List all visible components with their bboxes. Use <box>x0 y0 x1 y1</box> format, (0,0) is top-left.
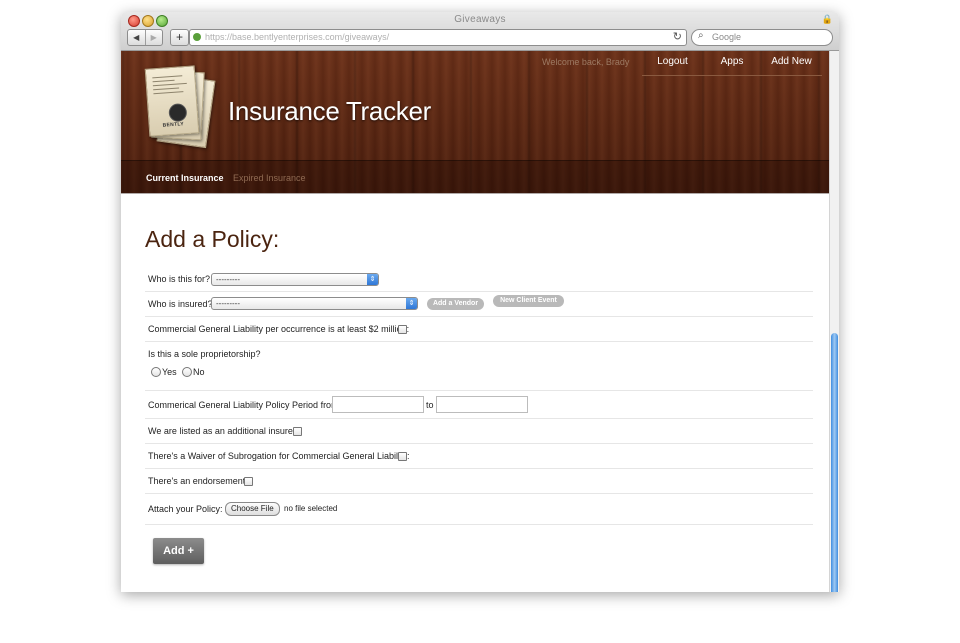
url-text: https://base.bentlyenterprises.com/givea… <box>205 32 390 42</box>
scrollbar-thumb[interactable] <box>831 333 838 592</box>
sole-prop-label: Is this a sole proprietorship? <box>148 349 261 359</box>
site-title: Insurance Tracker <box>228 96 431 126</box>
period-label: Commerical General Liability Policy Peri… <box>148 400 339 410</box>
logo-paper: BENTLY <box>144 65 200 137</box>
cgl-checkbox[interactable] <box>398 325 407 334</box>
logout-link[interactable]: Logout <box>642 51 703 76</box>
scrollbar[interactable] <box>829 51 839 592</box>
add-vendor-button[interactable]: Add a Vendor <box>427 298 484 310</box>
tab-expired-insurance[interactable]: Expired Insurance <box>233 173 306 183</box>
sub-nav: Current Insurance Expired Insurance <box>121 160 829 194</box>
additional-insured-label: We are listed as an additional insured: <box>148 426 301 436</box>
add-new-link[interactable]: Add New <box>761 51 822 76</box>
attach-label: Attach your Policy: <box>148 504 223 514</box>
search-field[interactable]: ⌕ Google <box>691 29 833 46</box>
reload-icon[interactable]: ↻ <box>673 30 682 43</box>
apps-link[interactable]: Apps <box>703 51 761 76</box>
who-insured-row: Who is insured? --------- ⇕ Add a Vendor… <box>145 292 813 317</box>
new-tab-button[interactable]: + <box>170 29 189 46</box>
sole-prop-row: Is this a sole proprietorship? Yes No <box>145 342 813 391</box>
select-arrows-icon: ⇕ <box>406 298 417 309</box>
new-client-event-button[interactable]: New Client Event <box>493 295 564 307</box>
who-for-select[interactable]: --------- ⇕ <box>211 273 379 286</box>
cgl-label: Commercial General Liability per occurre… <box>148 324 410 334</box>
who-insured-label: Who is insured? <box>148 299 213 309</box>
add-policy-button[interactable]: Add + <box>153 538 204 564</box>
sole-prop-no-radio[interactable] <box>182 367 192 377</box>
who-for-label: Who is this for? <box>148 274 211 284</box>
logo-text: BENTLY <box>162 121 185 129</box>
policy-period-row: Commerical General Liability Policy Peri… <box>145 391 813 419</box>
site-logo[interactable]: BENTLY <box>144 65 216 149</box>
period-to-label: to <box>426 400 434 410</box>
waiver-checkbox[interactable] <box>398 452 407 461</box>
address-bar[interactable]: https://base.bentlyenterprises.com/givea… <box>189 29 687 46</box>
history-buttons: ◀ ▶ <box>127 29 163 46</box>
page-content: Welcome back, Brady Logout Apps Add New … <box>121 51 829 592</box>
site-globe-icon <box>193 33 201 41</box>
attach-row: Attach your Policy: Choose File no file … <box>145 494 813 525</box>
form-title: Add a Policy: <box>145 226 280 252</box>
who-for-value: --------- <box>216 275 240 284</box>
lock-icon: 🔒 <box>821 14 833 24</box>
additional-insured-row: We are listed as an additional insured: <box>145 419 813 444</box>
logo-badge-icon <box>168 103 188 123</box>
search-placeholder: Google <box>712 32 742 42</box>
cgl-row: Commercial General Liability per occurre… <box>145 317 813 342</box>
who-insured-value: --------- <box>216 299 240 308</box>
top-nav: Logout Apps Add New <box>642 51 822 76</box>
browser-toolbar: Giveaways 🔒 ◀ ▶ + https://base.bentlyent… <box>121 12 839 51</box>
waiver-label: There's a Waiver of Subrogation for Comm… <box>148 451 410 461</box>
sole-prop-yes-radio[interactable] <box>151 367 161 377</box>
site-header: Welcome back, Brady Logout Apps Add New … <box>121 51 829 194</box>
browser-window: Giveaways 🔒 ◀ ▶ + https://base.bentlyent… <box>121 12 839 592</box>
waiver-row: There's a Waiver of Subrogation for Comm… <box>145 444 813 469</box>
endorsement-checkbox[interactable] <box>244 477 253 486</box>
who-insured-select[interactable]: --------- ⇕ <box>211 297 418 310</box>
choose-file-button[interactable]: Choose File <box>225 502 280 516</box>
who-for-row: Who is this for? --------- ⇕ <box>145 270 813 292</box>
window-title: Giveaways <box>454 14 506 25</box>
forward-button[interactable]: ▶ <box>144 30 163 45</box>
yes-label: Yes <box>162 367 177 377</box>
search-icon: ⌕ <box>698 30 704 41</box>
no-label: No <box>193 367 205 377</box>
select-arrows-icon: ⇕ <box>367 274 378 285</box>
endorsement-row: There's an endorsement: <box>145 469 813 494</box>
no-file-text: no file selected <box>284 504 338 513</box>
period-from-input[interactable] <box>332 396 424 413</box>
endorsement-label: There's an endorsement: <box>148 476 248 486</box>
back-button[interactable]: ◀ <box>128 30 145 45</box>
additional-insured-checkbox[interactable] <box>293 427 302 436</box>
tab-current-insurance[interactable]: Current Insurance <box>146 173 224 183</box>
period-to-input[interactable] <box>436 396 528 413</box>
welcome-text: Welcome back, Brady <box>542 57 630 67</box>
